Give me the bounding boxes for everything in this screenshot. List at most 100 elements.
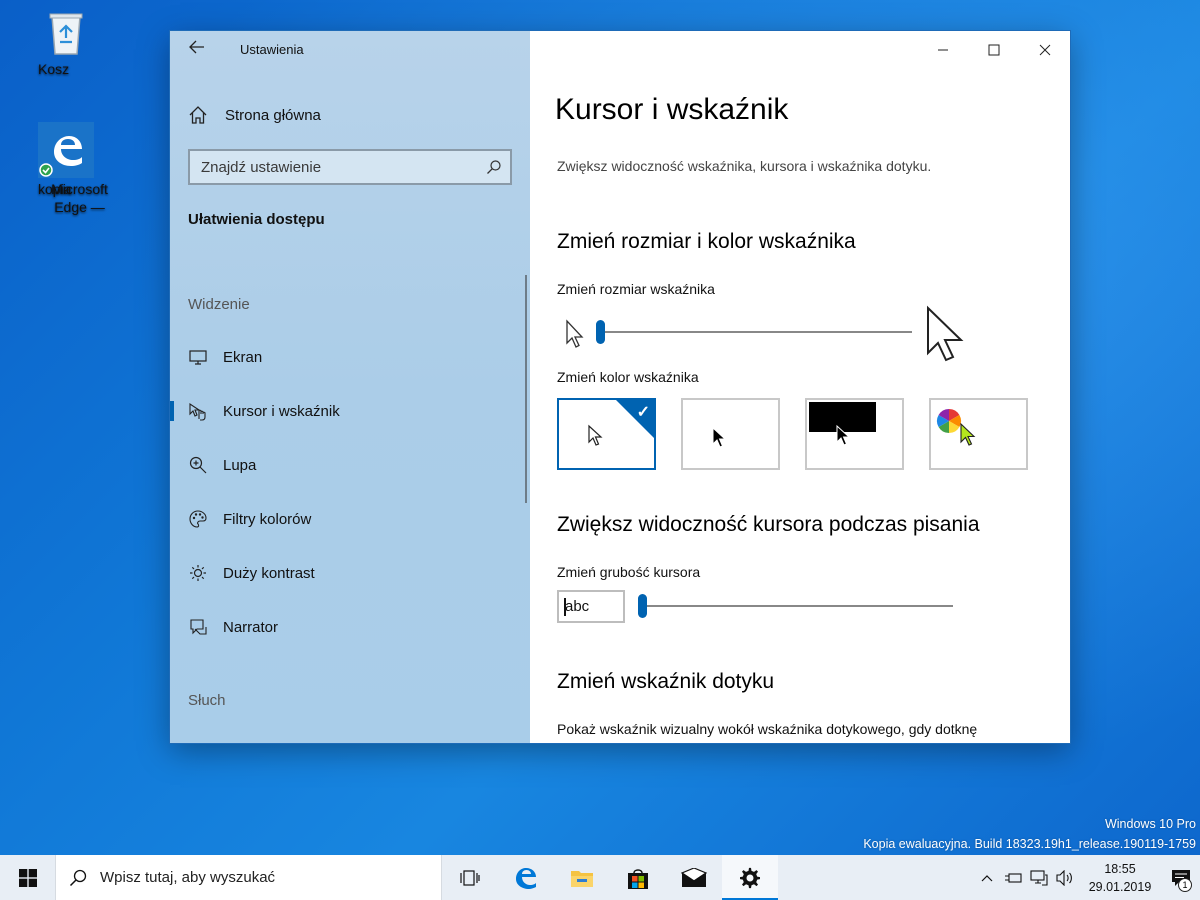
pointer-size-slider[interactable] [596,320,912,344]
back-button[interactable] [184,39,210,61]
search-icon [56,869,100,887]
minimize-button[interactable] [917,31,968,69]
plug-icon [1005,872,1022,883]
pointer-color-inverted-option[interactable] [805,398,904,470]
sidebar-item-ekran[interactable]: Ekran [170,337,524,377]
action-center-button[interactable]: 1 [1162,855,1200,900]
start-button[interactable] [0,855,55,900]
white-pointer-icon [588,424,603,446]
speaker-icon [1056,869,1072,886]
edge-icon [38,122,94,178]
cursor-thickness-preview: abc [557,590,625,623]
sidebar-item-label: Narrator [223,618,279,636]
large-pointer-icon [927,305,964,362]
sidebar-section-title: Ułatwienia dostępu [188,211,325,228]
pointer-color-custom-option[interactable] [929,398,1028,470]
section-heading-touch-indicator: Zmień wskaźnik dotyku [557,670,775,693]
checkmark-icon: ✓ [636,404,650,421]
settings-search-box[interactable] [188,149,512,185]
sidebar-item-lupa[interactable]: Lupa [170,445,524,485]
power-tray-icon[interactable] [1000,855,1026,900]
section-heading-cursor-visibility: Zwiększ widoczność kursora podczas pisan… [557,513,980,536]
sidebar-scrollbar[interactable] [525,275,527,503]
taskbar-settings[interactable] [722,855,778,900]
thickness-label: Zmień grubość kursora [557,564,701,580]
sidebar-item-duzy-kontrast[interactable]: Duży kontrast [170,553,524,593]
volume-tray-icon[interactable] [1052,855,1078,900]
monitor-icon [188,347,208,367]
settings-search-input[interactable] [190,158,478,176]
custom-pointer-icon [960,422,976,446]
sidebar-item-label: Filtry kolorów [223,510,312,528]
gear-icon [740,867,760,888]
edge-icon [516,867,536,889]
sidebar-item-narrator[interactable]: Narrator [170,607,524,647]
text-cursor [564,598,566,616]
home-nav-item[interactable]: Strona główna [188,103,321,127]
pointer-hand-icon [188,401,208,421]
search-icon[interactable] [478,152,510,182]
taskbar-mail[interactable] [666,855,722,900]
recycle-bin-icon [46,8,86,58]
settings-content: Kursor i wskaźnik Zwiększ widoczność wsk… [530,31,1070,743]
network-tray-icon[interactable] [1026,855,1052,900]
inverted-pointer-icon [836,424,851,446]
settings-window: Ustawienia Strona główna Ułatwienia dost… [170,31,1070,743]
taskbar-search-input[interactable] [100,869,441,886]
task-view-icon [460,869,480,886]
sidebar-item-filtry-kolorow[interactable]: Filtry kolorów [170,499,524,539]
maximize-button[interactable] [968,31,1019,69]
clock-time: 18:55 [1104,861,1136,876]
size-label: Zmień rozmiar wskaźnika [557,281,715,297]
title-bar: Ustawienia [170,31,530,69]
pointer-color-white-option[interactable]: ✓ [557,398,656,470]
page-description: Zwiększ widoczność wskaźnika, kursora i … [557,158,932,174]
cursor-thickness-slider[interactable] [638,594,953,618]
sidebar-item-kursor-i-wskaznik[interactable]: Kursor i wskaźnik [170,391,524,431]
notification-count-badge: 1 [1178,878,1192,892]
sidebar-item-label: Ekran [223,348,263,366]
store-bag-icon [628,868,648,889]
app-title: Ustawienia [240,42,304,57]
sidebar-item-label: Duży kontrast [223,564,315,582]
desktop-icon-recycle-bin[interactable]: Kosz [11,6,121,77]
taskbar-search-box[interactable] [55,855,442,900]
pointer-color-black-option[interactable] [681,398,780,470]
close-button[interactable] [1019,31,1070,69]
folder-icon [571,870,593,887]
watermark-build: Kopia ewaluacyjna. Build 18323.19h1_rele… [863,837,1196,851]
home-label: Strona główna [225,106,321,124]
minimize-icon [937,49,948,51]
taskbar-store[interactable] [610,855,666,900]
system-tray: 18:55 29.01.2019 1 [974,855,1200,900]
black-pointer-icon [712,426,727,448]
watermark-edition: Windows 10 Pro [1104,817,1196,831]
mail-icon [681,867,707,887]
close-icon [1039,44,1050,56]
taskbar-file-explorer[interactable] [554,855,610,900]
magnifier-icon [188,455,208,475]
settings-sidebar: Ustawienia Strona główna Ułatwienia dost… [170,31,530,743]
slider-track [638,605,953,607]
maximize-icon [988,44,999,56]
task-view-button[interactable] [442,855,498,900]
slider-thumb[interactable] [638,594,647,618]
brightness-icon [188,563,208,583]
section-heading-size-color: Zmień rozmiar i kolor wskaźnika [557,230,856,253]
network-icon [1030,869,1048,886]
chevron-up-icon [981,874,993,881]
taskbar-edge[interactable] [498,855,554,900]
narrator-icon [188,617,208,637]
back-arrow-icon [189,40,204,54]
taskbar: 18:55 29.01.2019 1 [0,855,1200,900]
show-hidden-icons-button[interactable] [974,855,1000,900]
page-title: Kursor i wskaźnik [555,93,789,126]
sidebar-item-label: Lupa [223,456,257,474]
desktop-icon-label: Kosz [38,61,70,77]
touch-indicator-description: Pokaż wskaźnik wizualny wokół wskaźnika … [557,721,978,737]
desktop-icon-edge-copy[interactable]: Microsoft Edge — kopia [11,122,121,215]
slider-thumb[interactable] [596,320,605,344]
taskbar-clock[interactable]: 18:55 29.01.2019 [1084,860,1156,896]
clock-date: 29.01.2019 [1088,879,1152,894]
preview-text: abc [565,598,590,615]
